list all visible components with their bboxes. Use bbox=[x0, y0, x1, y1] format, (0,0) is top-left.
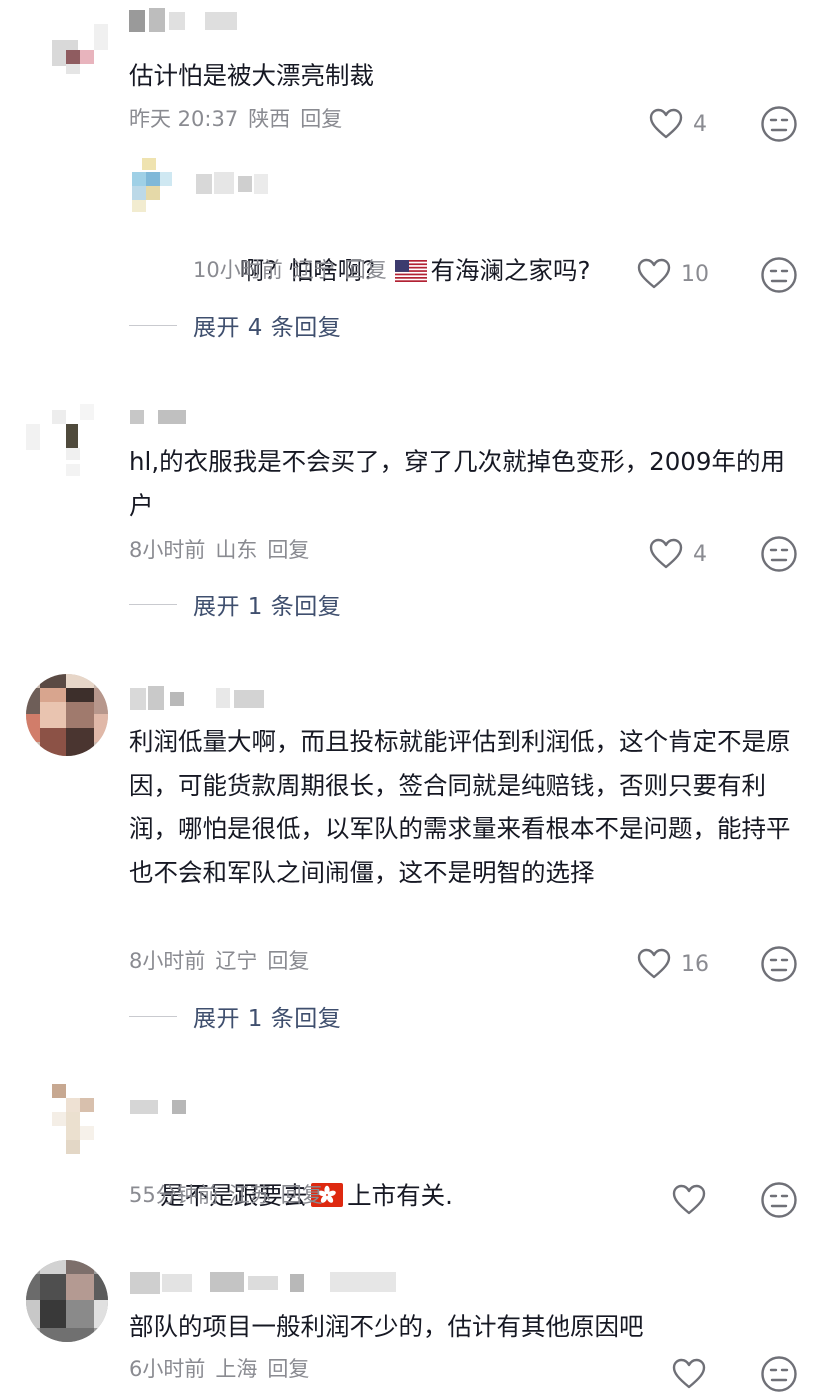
reply-location: 辽宁 bbox=[292, 258, 335, 282]
avatar[interactable] bbox=[26, 396, 108, 478]
like-button[interactable] bbox=[672, 1180, 716, 1220]
reply-meta: 10小时前 辽宁 回复 bbox=[193, 255, 397, 285]
us-flag-icon bbox=[394, 259, 427, 282]
dislike-icon[interactable] bbox=[760, 1355, 798, 1393]
dislike-icon[interactable] bbox=[760, 535, 798, 573]
like-button[interactable] bbox=[672, 1354, 716, 1394]
heart-icon bbox=[649, 108, 683, 139]
comment-location: 江苏 bbox=[228, 1183, 271, 1207]
reply-button[interactable]: 回复 bbox=[267, 949, 309, 973]
comment-location: 陕西 bbox=[248, 107, 291, 131]
username-blurred[interactable] bbox=[196, 172, 276, 196]
comment-time: 8小时前 bbox=[129, 538, 206, 562]
comment-meta: 8小时前 辽宁 回复 bbox=[129, 946, 319, 976]
comment-text: 利润低量大啊，而且投标就能评估到利润低，这个肯定不是原因，可能货款周期很长，签合… bbox=[129, 727, 791, 887]
expand-replies-label: 展开 1 条回复 bbox=[193, 1006, 342, 1032]
username-blurred[interactable] bbox=[129, 8, 249, 32]
divider bbox=[129, 1015, 177, 1017]
heart-icon bbox=[637, 948, 671, 979]
dislike-icon[interactable] bbox=[760, 945, 798, 983]
reply-button[interactable]: 回复 bbox=[267, 1357, 309, 1381]
comment-location: 山东 bbox=[215, 538, 258, 562]
comment-time: 6小时前 bbox=[129, 1357, 206, 1381]
reply-button[interactable]: 回复 bbox=[281, 1183, 323, 1207]
reply-button[interactable]: 回复 bbox=[345, 258, 387, 282]
like-button[interactable]: 4 bbox=[649, 534, 707, 574]
like-count: 16 bbox=[681, 951, 709, 977]
divider bbox=[129, 603, 177, 605]
username-blurred[interactable] bbox=[130, 406, 190, 430]
like-button[interactable]: 4 bbox=[649, 104, 707, 144]
avatar[interactable] bbox=[26, 1260, 108, 1342]
username-blurred[interactable] bbox=[130, 1096, 190, 1120]
dislike-icon[interactable] bbox=[760, 256, 798, 294]
comment-text: 估计怕是被大漂亮制裁 bbox=[129, 61, 374, 90]
divider bbox=[129, 324, 177, 326]
dislike-icon[interactable] bbox=[760, 1181, 798, 1219]
expand-replies-label: 展开 4 条回复 bbox=[193, 315, 342, 341]
avatar[interactable] bbox=[26, 10, 108, 92]
like-count: 10 bbox=[681, 261, 709, 287]
reply-time: 10小时前 bbox=[193, 258, 283, 282]
heart-icon bbox=[672, 1184, 706, 1215]
reply-button[interactable]: 回复 bbox=[267, 538, 309, 562]
comment-meta: 8小时前 山东 回复 bbox=[129, 535, 319, 565]
heart-icon bbox=[672, 1358, 706, 1389]
comment-meta: 昨天 20:37 陕西 回复 bbox=[129, 104, 352, 134]
avatar[interactable] bbox=[128, 158, 174, 212]
like-button[interactable]: 10 bbox=[637, 254, 709, 294]
reply-button[interactable]: 回复 bbox=[300, 107, 342, 131]
dislike-icon[interactable] bbox=[760, 105, 798, 143]
expand-replies-button[interactable]: 展开 1 条回复 bbox=[129, 588, 341, 620]
comment-location: 辽宁 bbox=[215, 949, 258, 973]
expand-replies-button[interactable]: 展开 4 条回复 bbox=[129, 309, 341, 341]
like-count: 4 bbox=[693, 111, 707, 137]
username-blurred[interactable] bbox=[130, 1270, 400, 1294]
comment-time: 8小时前 bbox=[129, 949, 206, 973]
comment-text: hl,的衣服我是不会买了，穿了几次就掉色变形，2009年的用户 bbox=[129, 447, 785, 520]
heart-icon bbox=[637, 258, 671, 289]
expand-replies-label: 展开 1 条回复 bbox=[193, 594, 342, 620]
avatar[interactable] bbox=[26, 674, 108, 756]
username-blurred[interactable] bbox=[130, 686, 270, 710]
comment-meta: 55分钟前 江苏 回复 bbox=[129, 1180, 333, 1210]
expand-replies-button[interactable]: 展开 1 条回复 bbox=[129, 1000, 341, 1032]
heart-icon bbox=[649, 538, 683, 569]
comment-meta: 6小时前 上海 回复 bbox=[129, 1354, 319, 1384]
avatar[interactable] bbox=[26, 1084, 108, 1166]
like-count: 4 bbox=[693, 541, 707, 567]
like-button[interactable]: 16 bbox=[637, 944, 709, 984]
comment-text: 部队的项目一般利润不少的，估计有其他原因吧 bbox=[129, 1312, 644, 1341]
comment-time: 55分钟前 bbox=[129, 1183, 219, 1207]
comment-location: 上海 bbox=[215, 1357, 258, 1381]
comment-time: 昨天 20:37 bbox=[129, 107, 239, 131]
